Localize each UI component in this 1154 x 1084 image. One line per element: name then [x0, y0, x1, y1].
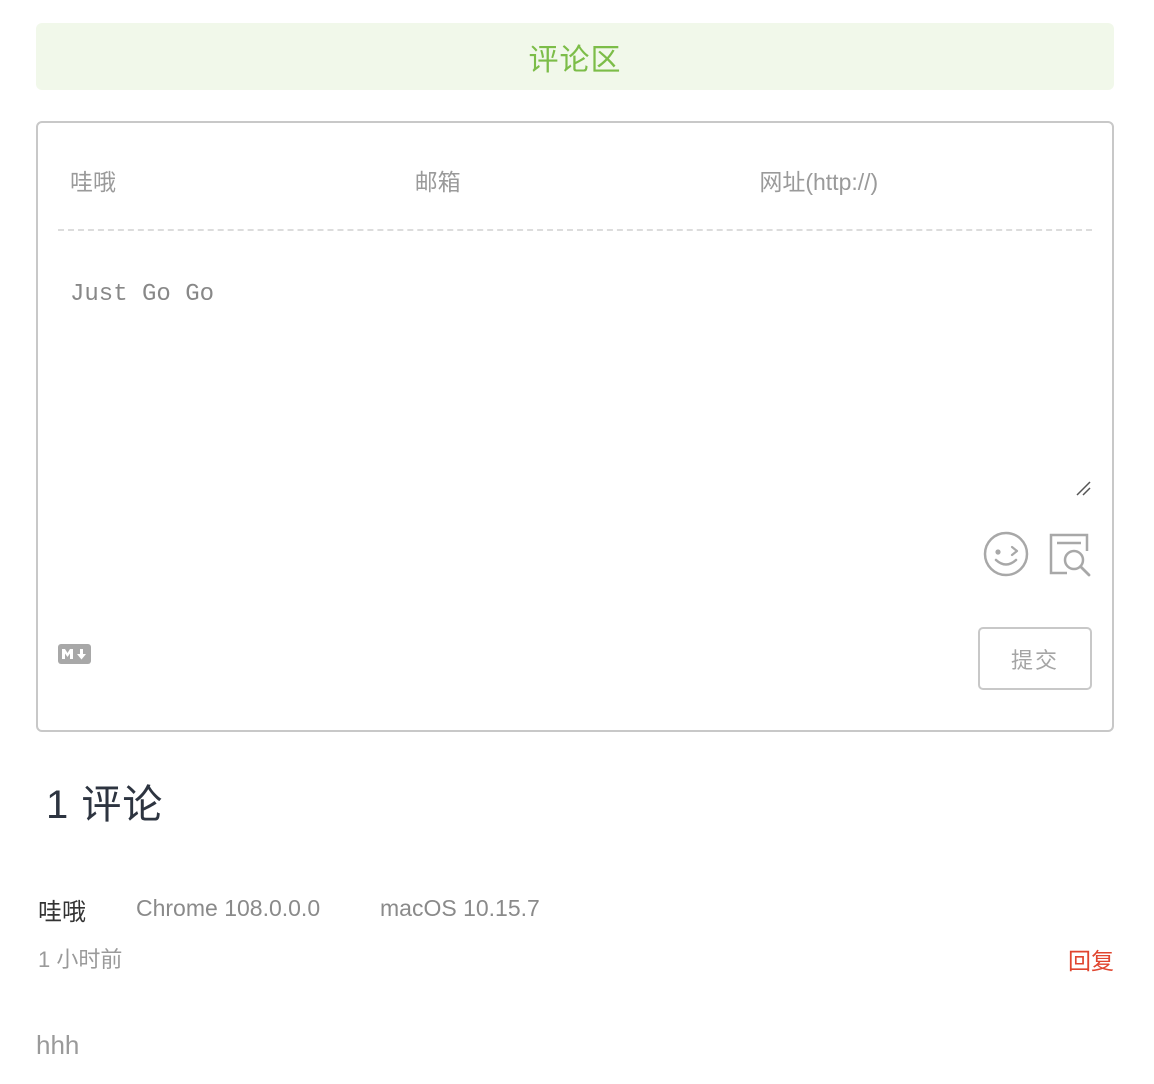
nick-input[interactable]	[70, 169, 370, 196]
comment-os: macOS 10.15.7	[380, 895, 540, 921]
emoji-icon[interactable]	[983, 531, 1029, 577]
comment-browser: Chrome 108.0.0.0	[136, 895, 321, 921]
submit-button[interactable]: 提交	[978, 627, 1092, 690]
comment-time: 1 小时前	[38, 947, 123, 972]
link-input[interactable]	[759, 169, 1060, 196]
link-field-wrapper	[747, 123, 1092, 229]
nick-field-wrapper	[58, 123, 403, 229]
comment-form: 提交	[36, 121, 1114, 732]
comment-author[interactable]: 哇哦	[38, 892, 86, 927]
comment-count-heading: 1 评论	[46, 783, 164, 827]
comment-textarea[interactable]	[58, 231, 1092, 497]
markdown-icon[interactable]	[58, 644, 91, 664]
editor-wrapper	[58, 231, 1092, 497]
preview-icon[interactable]	[1047, 531, 1093, 577]
reply-button[interactable]: 回复	[1068, 942, 1114, 976]
comment-body: hhh	[36, 1030, 80, 1060]
comment-section-banner: 评论区	[36, 23, 1114, 90]
resize-handle-icon[interactable]	[1074, 479, 1092, 497]
mail-input[interactable]	[414, 169, 715, 196]
mail-field-wrapper	[403, 123, 748, 229]
form-header-row	[58, 123, 1092, 231]
